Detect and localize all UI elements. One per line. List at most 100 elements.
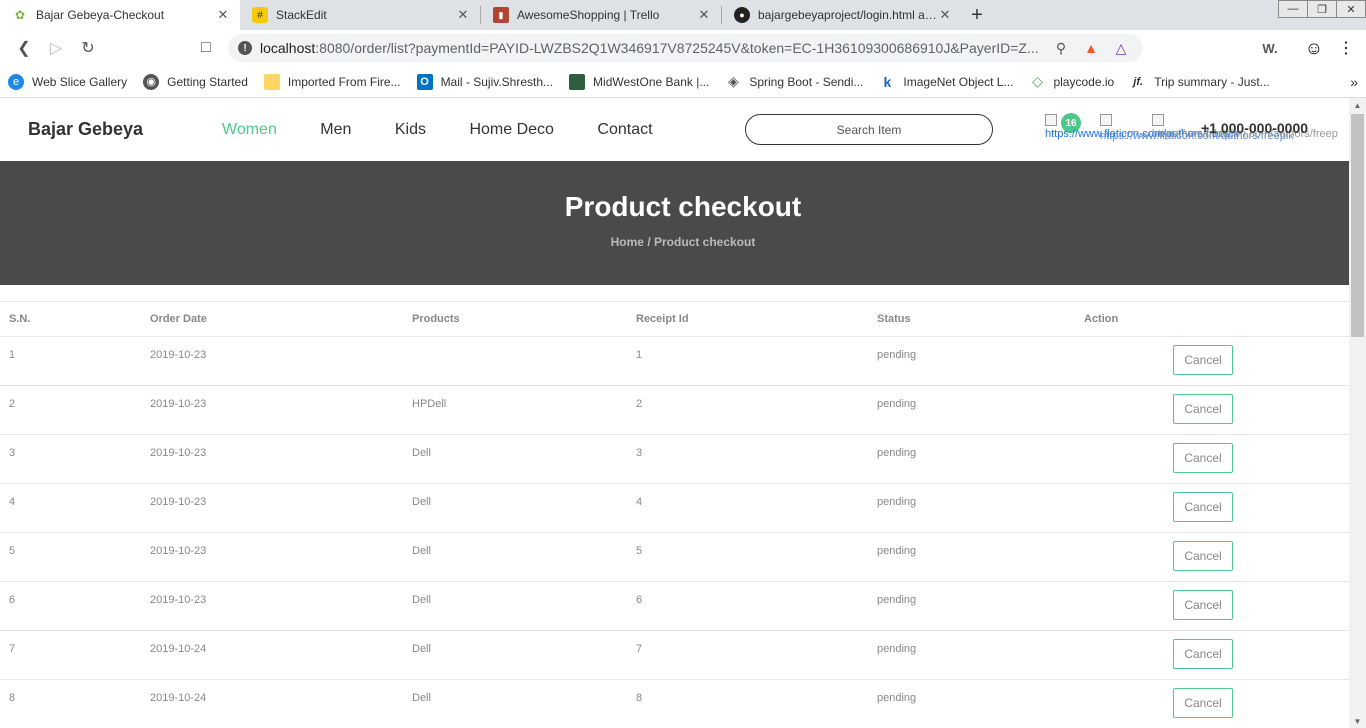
scroll-down-icon[interactable]: ▼ <box>1349 714 1366 728</box>
profile-icon[interactable]: ☺ <box>1302 36 1326 60</box>
close-icon[interactable]: ✕ <box>216 7 230 23</box>
cell-action: Cancel <box>1075 630 1349 680</box>
cell-status: pending <box>868 483 1075 533</box>
cancel-button[interactable]: Cancel <box>1173 639 1233 669</box>
playcode-icon: ◇ <box>1032 73 1043 89</box>
tab-stackedit[interactable]: # StackEdit ✕ <box>240 0 480 30</box>
close-icon[interactable]: ✕ <box>938 7 952 23</box>
scrollbar-thumb[interactable] <box>1351 114 1364 337</box>
table-header-row: S.N. Order Date Products Receipt Id Stat… <box>0 301 1349 337</box>
reload-icon[interactable]: ↻ <box>72 33 104 63</box>
cell-status: pending <box>868 385 1075 435</box>
url-text[interactable]: localhost:8080/order/list?paymentId=PAYI… <box>260 40 1043 56</box>
bookmark-getting-started[interactable]: ◉ Getting Started <box>143 73 248 90</box>
main-nav: Women Men Kids Home Deco Contact <box>222 121 692 139</box>
maximize-button[interactable]: ❐ <box>1307 0 1337 18</box>
cancel-button[interactable]: Cancel <box>1173 394 1233 424</box>
cell-products: Dell <box>403 434 627 484</box>
cell-status: pending <box>868 679 1075 728</box>
cancel-button[interactable]: Cancel <box>1173 443 1233 473</box>
cell-sn: 3 <box>0 434 141 484</box>
bookmark-trip-summary[interactable]: jf. Trip summary - Just... <box>1130 74 1269 90</box>
table-row: 4 2019-10-23 Dell 4 pending Cancel <box>0 483 1349 533</box>
zoom-icon[interactable]: ⚲ <box>1049 36 1073 60</box>
cell-sn: 5 <box>0 532 141 582</box>
w-extension-icon[interactable]: W. <box>1258 36 1282 60</box>
bookmark-imported-folder[interactable]: Imported From Fire... <box>263 73 401 90</box>
table-row: 7 2019-10-24 Dell 7 pending Cancel <box>0 630 1349 680</box>
cell-action: Cancel <box>1075 532 1349 582</box>
back-icon[interactable]: ❮ <box>8 33 40 63</box>
bookmark-mail[interactable]: O Mail - Sujiv.Shresth... <box>416 73 553 90</box>
page-hero: Product checkout Home / Product checkout <box>0 161 1366 285</box>
close-window-button[interactable]: ✕ <box>1336 0 1366 18</box>
tab-title: Bajar Gebeya-Checkout <box>36 8 165 22</box>
leaf-icon: ✿ <box>14 8 26 22</box>
cell-action: Cancel <box>1075 483 1349 533</box>
forward-icon[interactable]: ▷ <box>40 33 72 63</box>
cell-products: Dell <box>403 679 627 728</box>
minimize-button[interactable]: — <box>1278 0 1308 18</box>
more-bookmarks-icon[interactable]: » <box>1350 74 1358 90</box>
tab-trello[interactable]: ▮ AwesomeShopping | Trello ✕ <box>481 0 721 30</box>
cell-status: pending <box>868 434 1075 484</box>
cell-receipt-id: 1 <box>627 336 868 386</box>
cancel-button[interactable]: Cancel <box>1173 688 1233 718</box>
cell-products: Dell <box>403 630 627 680</box>
cell-action: Cancel <box>1075 385 1349 435</box>
search-input[interactable]: Search Item <box>745 114 993 145</box>
cell-sn: 6 <box>0 581 141 631</box>
nav-home-deco[interactable]: Home Deco <box>469 121 553 138</box>
cell-sn: 8 <box>0 679 141 728</box>
cart-icon[interactable] <box>1045 114 1057 126</box>
bookmark-imagenet[interactable]: k ImageNet Object L... <box>879 74 1014 90</box>
nav-contact[interactable]: Contact <box>597 121 652 138</box>
bookmark-playcode[interactable]: ◇ playcode.io <box>1029 73 1114 90</box>
cancel-button[interactable]: Cancel <box>1173 492 1233 522</box>
cell-order-date: 2019-10-23 <box>141 336 403 386</box>
cell-products: Dell <box>403 483 627 533</box>
site-brand[interactable]: Bajar Gebeya <box>28 119 222 140</box>
cancel-button[interactable]: Cancel <box>1173 345 1233 375</box>
tab-bajar-gebeya[interactable]: ✿ Bajar Gebeya-Checkout ✕ <box>0 0 240 30</box>
nav-kids[interactable]: Kids <box>395 121 426 138</box>
tab-github[interactable]: ● bajargebeyaproject/login.html at d ✕ <box>722 0 962 30</box>
bookmarks-bar: e Web Slice Gallery ◉ Getting Started Impo… <box>0 66 1366 98</box>
cancel-button[interactable]: Cancel <box>1173 590 1233 620</box>
user-icon[interactable] <box>1100 114 1112 126</box>
header-order-date: Order Date <box>150 313 207 325</box>
vertical-scrollbar[interactable]: ▲ ▼ <box>1349 98 1366 728</box>
tab-title: AwesomeShopping | Trello <box>517 8 660 22</box>
cell-products <box>403 336 627 386</box>
table-row: 2 2019-10-23 HPDell 2 pending Cancel <box>0 385 1349 435</box>
cell-order-date: 2019-10-23 <box>141 581 403 631</box>
new-tab-button[interactable]: + <box>962 0 992 30</box>
close-icon[interactable]: ✕ <box>697 7 711 23</box>
brave-rewards-icon[interactable]: △ <box>1109 36 1133 60</box>
cell-receipt-id: 2 <box>627 385 868 435</box>
cancel-button[interactable]: Cancel <box>1173 541 1233 571</box>
scroll-up-icon[interactable]: ▲ <box>1349 98 1366 112</box>
cell-action: Cancel <box>1075 434 1349 484</box>
nav-men[interactable]: Men <box>320 121 351 138</box>
brave-icon[interactable]: ▲ <box>1079 36 1103 60</box>
info-icon[interactable]: ! <box>238 41 252 55</box>
bank-icon <box>569 73 586 90</box>
header-actions: 16 https://www.flaticon.com/authors/free… <box>1045 108 1350 148</box>
firefox-icon: ◉ <box>143 73 160 90</box>
browser-toolbar: ❮ ▷ ↻ □ ! localhost:8080/order/list?paym… <box>0 30 1366 66</box>
bookmark-web-slice-gallery[interactable]: e Web Slice Gallery <box>8 73 127 90</box>
bookmark-icon[interactable]: □ <box>190 33 222 63</box>
table-row: 5 2019-10-23 Dell 5 pending Cancel <box>0 532 1349 582</box>
nav-women[interactable]: Women <box>222 121 277 138</box>
address-bar[interactable]: ! localhost:8080/order/list?paymentId=PA… <box>228 34 1143 62</box>
close-icon[interactable]: ✕ <box>456 7 470 23</box>
folder-icon <box>263 73 280 90</box>
menu-icon[interactable]: ⋮ <box>1334 36 1358 60</box>
bookmark-spring-boot[interactable]: ◈ Spring Boot - Sendi... <box>725 73 863 90</box>
window-controls: — ❐ ✕ <box>1278 0 1366 18</box>
breadcrumb[interactable]: Home / Product checkout <box>0 235 1366 249</box>
bookmark-midwestone[interactable]: MidWestOne Bank |... <box>569 73 709 90</box>
cell-receipt-id: 7 <box>627 630 868 680</box>
cell-receipt-id: 5 <box>627 532 868 582</box>
